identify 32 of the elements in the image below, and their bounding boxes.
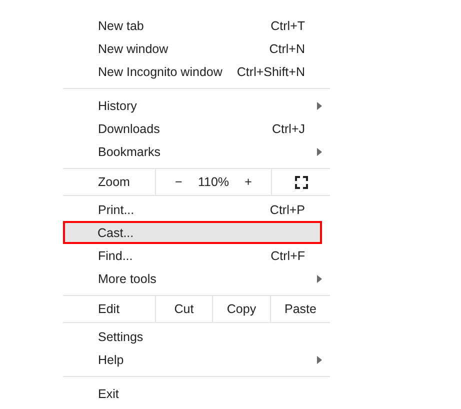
fullscreen-icon bbox=[294, 176, 308, 188]
menu-item[interactable]: History bbox=[63, 94, 330, 117]
zoom-value: 110% bbox=[198, 175, 230, 189]
paste-button[interactable]: Paste bbox=[270, 296, 330, 322]
shortcut-label: Ctrl+T bbox=[270, 18, 305, 32]
zoom-label: Zoom bbox=[97, 174, 131, 191]
zoom-out-button[interactable]: − bbox=[168, 169, 189, 195]
shortcut-label: Ctrl+P bbox=[270, 202, 305, 216]
shortcut-label: Ctrl+Shift+N bbox=[236, 64, 305, 78]
menu-item[interactable]: Print... Ctrl+P bbox=[63, 198, 330, 221]
copy-button[interactable]: Copy bbox=[212, 296, 270, 322]
submenu-arrow-icon bbox=[317, 102, 322, 110]
edit-label: Edit bbox=[97, 301, 121, 318]
submenu-arrow-icon bbox=[317, 274, 322, 282]
menu-item[interactable]: Find... Ctrl+F bbox=[63, 244, 330, 267]
shortcut-label: Ctrl+N bbox=[269, 42, 305, 56]
submenu-arrow-icon bbox=[317, 148, 322, 156]
menu-item[interactable]: Bookmarks bbox=[63, 140, 330, 163]
cut-button[interactable]: Cut bbox=[155, 296, 212, 322]
menu-item[interactable]: New window Ctrl+N bbox=[63, 37, 330, 60]
menu-item[interactable]: More tools bbox=[63, 267, 330, 290]
menu-item[interactable]: Downloads Ctrl+J bbox=[63, 117, 330, 140]
submenu-arrow-icon bbox=[317, 356, 322, 364]
shortcut-label: Ctrl+J bbox=[272, 122, 305, 136]
menu-item[interactable]: Cast... bbox=[63, 221, 322, 244]
shortcut-label: Ctrl+F bbox=[270, 248, 305, 262]
menu-item[interactable]: Help bbox=[63, 348, 330, 371]
menu-item[interactable]: New Incognito window Ctrl+Shift+N bbox=[63, 60, 330, 83]
menu-item[interactable]: New tab Ctrl+T bbox=[63, 14, 330, 37]
menu-item[interactable]: Exit bbox=[63, 382, 330, 405]
zoom-in-button[interactable]: + bbox=[238, 169, 258, 195]
menu-item[interactable]: Settings bbox=[63, 325, 330, 348]
